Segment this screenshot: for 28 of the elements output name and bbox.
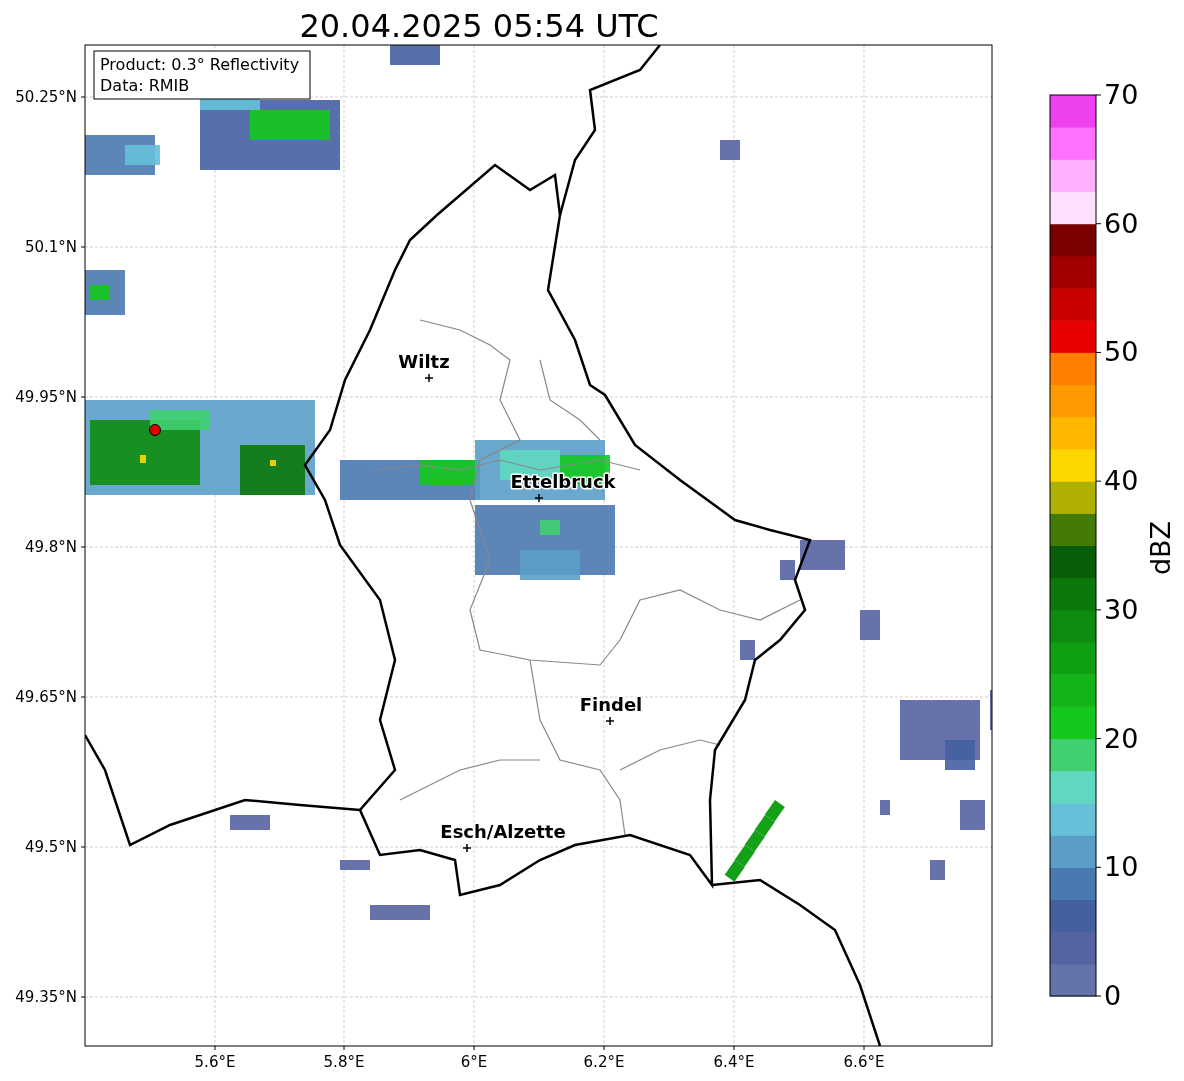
colorbar-tick-label: 10: [1104, 851, 1139, 883]
city-label: Esch/Alzette: [440, 821, 566, 842]
latitude-label: 49.95°N: [15, 388, 77, 406]
colorbar-tick-label: 70: [1104, 79, 1139, 110]
colorbar-tick-label: 50: [1104, 336, 1139, 368]
city-label: Wiltz: [398, 351, 450, 372]
longitude-label: 6.6°E: [843, 1053, 885, 1071]
colorbar-tick-label: 40: [1104, 465, 1139, 497]
longitude-label: 5.8°E: [323, 1053, 365, 1071]
longitude-label: 6.4°E: [713, 1053, 755, 1071]
colorbar-tick-label: 20: [1104, 722, 1139, 754]
colorbar-tick-label: 0: [1104, 980, 1122, 1011]
latitude-label: 49.5°N: [24, 838, 77, 856]
info-text: Data: RMIB: [100, 76, 190, 95]
latitude-label: 49.35°N: [15, 988, 77, 1006]
latitude-label: 49.8°N: [24, 538, 77, 556]
colorbar-tick-label: 30: [1104, 593, 1139, 625]
latitude-label: 50.1°N: [24, 238, 77, 256]
longitude-label: 5.6°E: [194, 1053, 236, 1071]
chart-title: 20.04.2025 05:54 UTC: [299, 7, 659, 45]
longitude-label: 6°E: [460, 1053, 488, 1071]
colorbar-label: dBZ: [1145, 520, 1176, 576]
colorbar-tick-label: 60: [1104, 207, 1139, 239]
latitude-label: 50.25°N: [15, 88, 77, 106]
info-text: Product: 0.3° Reflectivity: [100, 55, 300, 74]
latitude-label: 49.65°N: [15, 688, 77, 706]
city-label: Findel: [579, 694, 643, 715]
longitude-label: 6.2°E: [583, 1053, 625, 1071]
